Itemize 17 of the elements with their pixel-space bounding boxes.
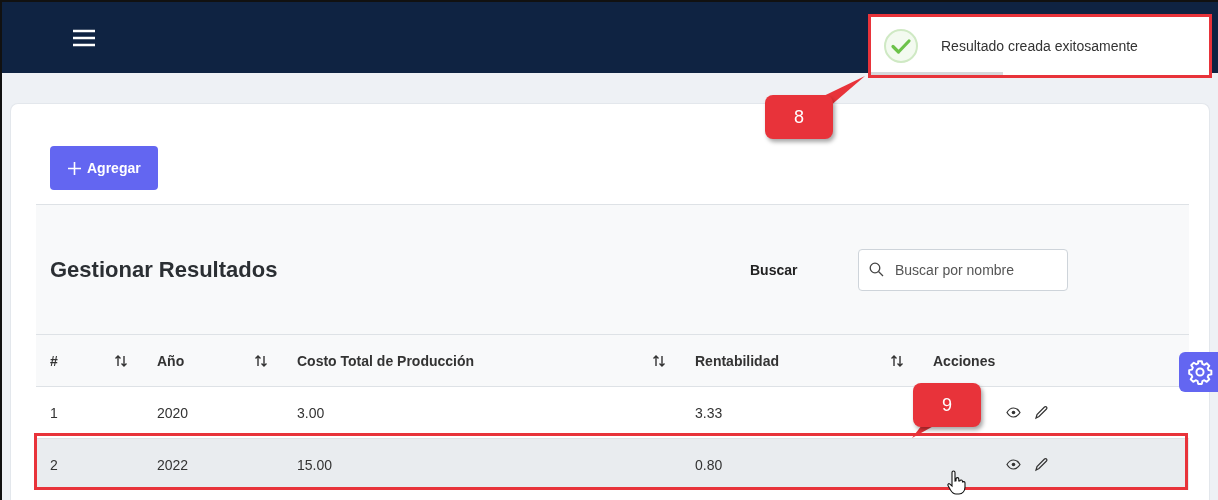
column-header: #: [50, 352, 58, 369]
search-label: Buscar: [750, 261, 799, 278]
table-cell: 2: [50, 456, 58, 473]
table-cell: 15.00: [297, 456, 333, 473]
column-header: Costo Total de Producción: [297, 352, 475, 369]
table-cell: 2022: [157, 456, 189, 473]
toast-message: Resultado creada exitosamente: [941, 38, 1138, 54]
table-cell: 1: [50, 404, 58, 421]
callout-badge: 8: [765, 95, 833, 139]
table-cell: 0.80: [695, 456, 723, 473]
column-header: Año: [157, 352, 185, 369]
table-cell: 2020: [157, 404, 189, 421]
page-title: Gestionar Resultados: [50, 256, 279, 283]
column-header: Rentabilidad: [695, 352, 779, 369]
table-cell: 3.33: [695, 404, 723, 421]
table-cell: 3.00: [297, 404, 325, 421]
column-header: Acciones: [933, 352, 996, 369]
